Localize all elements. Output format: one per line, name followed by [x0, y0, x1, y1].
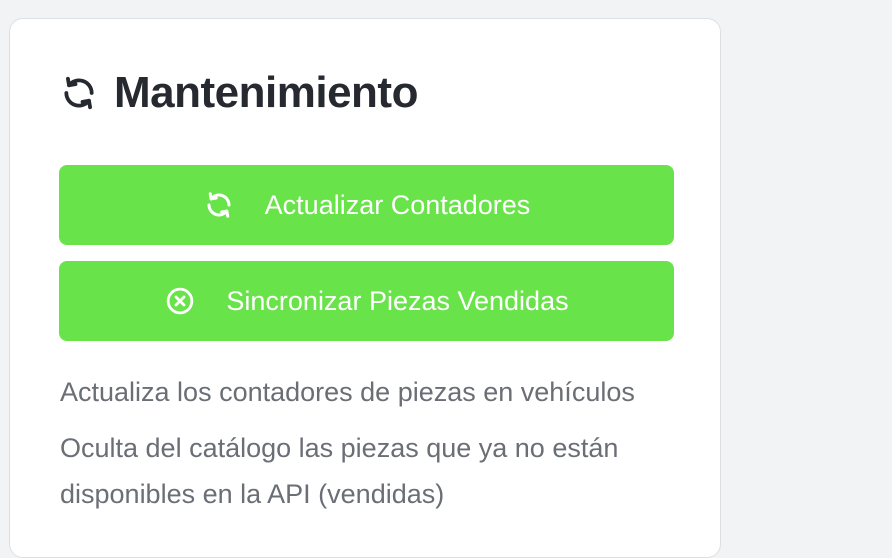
update-counters-label: Actualizar Contadores	[264, 189, 531, 220]
update-counters-description: Actualiza los contadores de piezas en ve…	[60, 377, 635, 407]
refresh-icon	[60, 74, 98, 112]
card-title: Mantenimiento	[114, 68, 418, 117]
refresh-icon	[203, 189, 235, 221]
update-counters-button[interactable]: Actualizar Contadores	[59, 165, 674, 245]
card-header: Mantenimiento	[60, 67, 418, 119]
sync-sold-parts-button[interactable]: Sincronizar Piezas Vendidas	[59, 261, 674, 341]
maintenance-card: Mantenimiento Actualizar Contadores Sinc…	[9, 18, 721, 558]
sync-sold-parts-label: Sincronizar Piezas Vendidas	[226, 285, 569, 316]
circle-x-icon	[164, 285, 196, 317]
sync-sold-parts-description: Oculta del catálogo las piezas que ya no…	[60, 433, 619, 509]
